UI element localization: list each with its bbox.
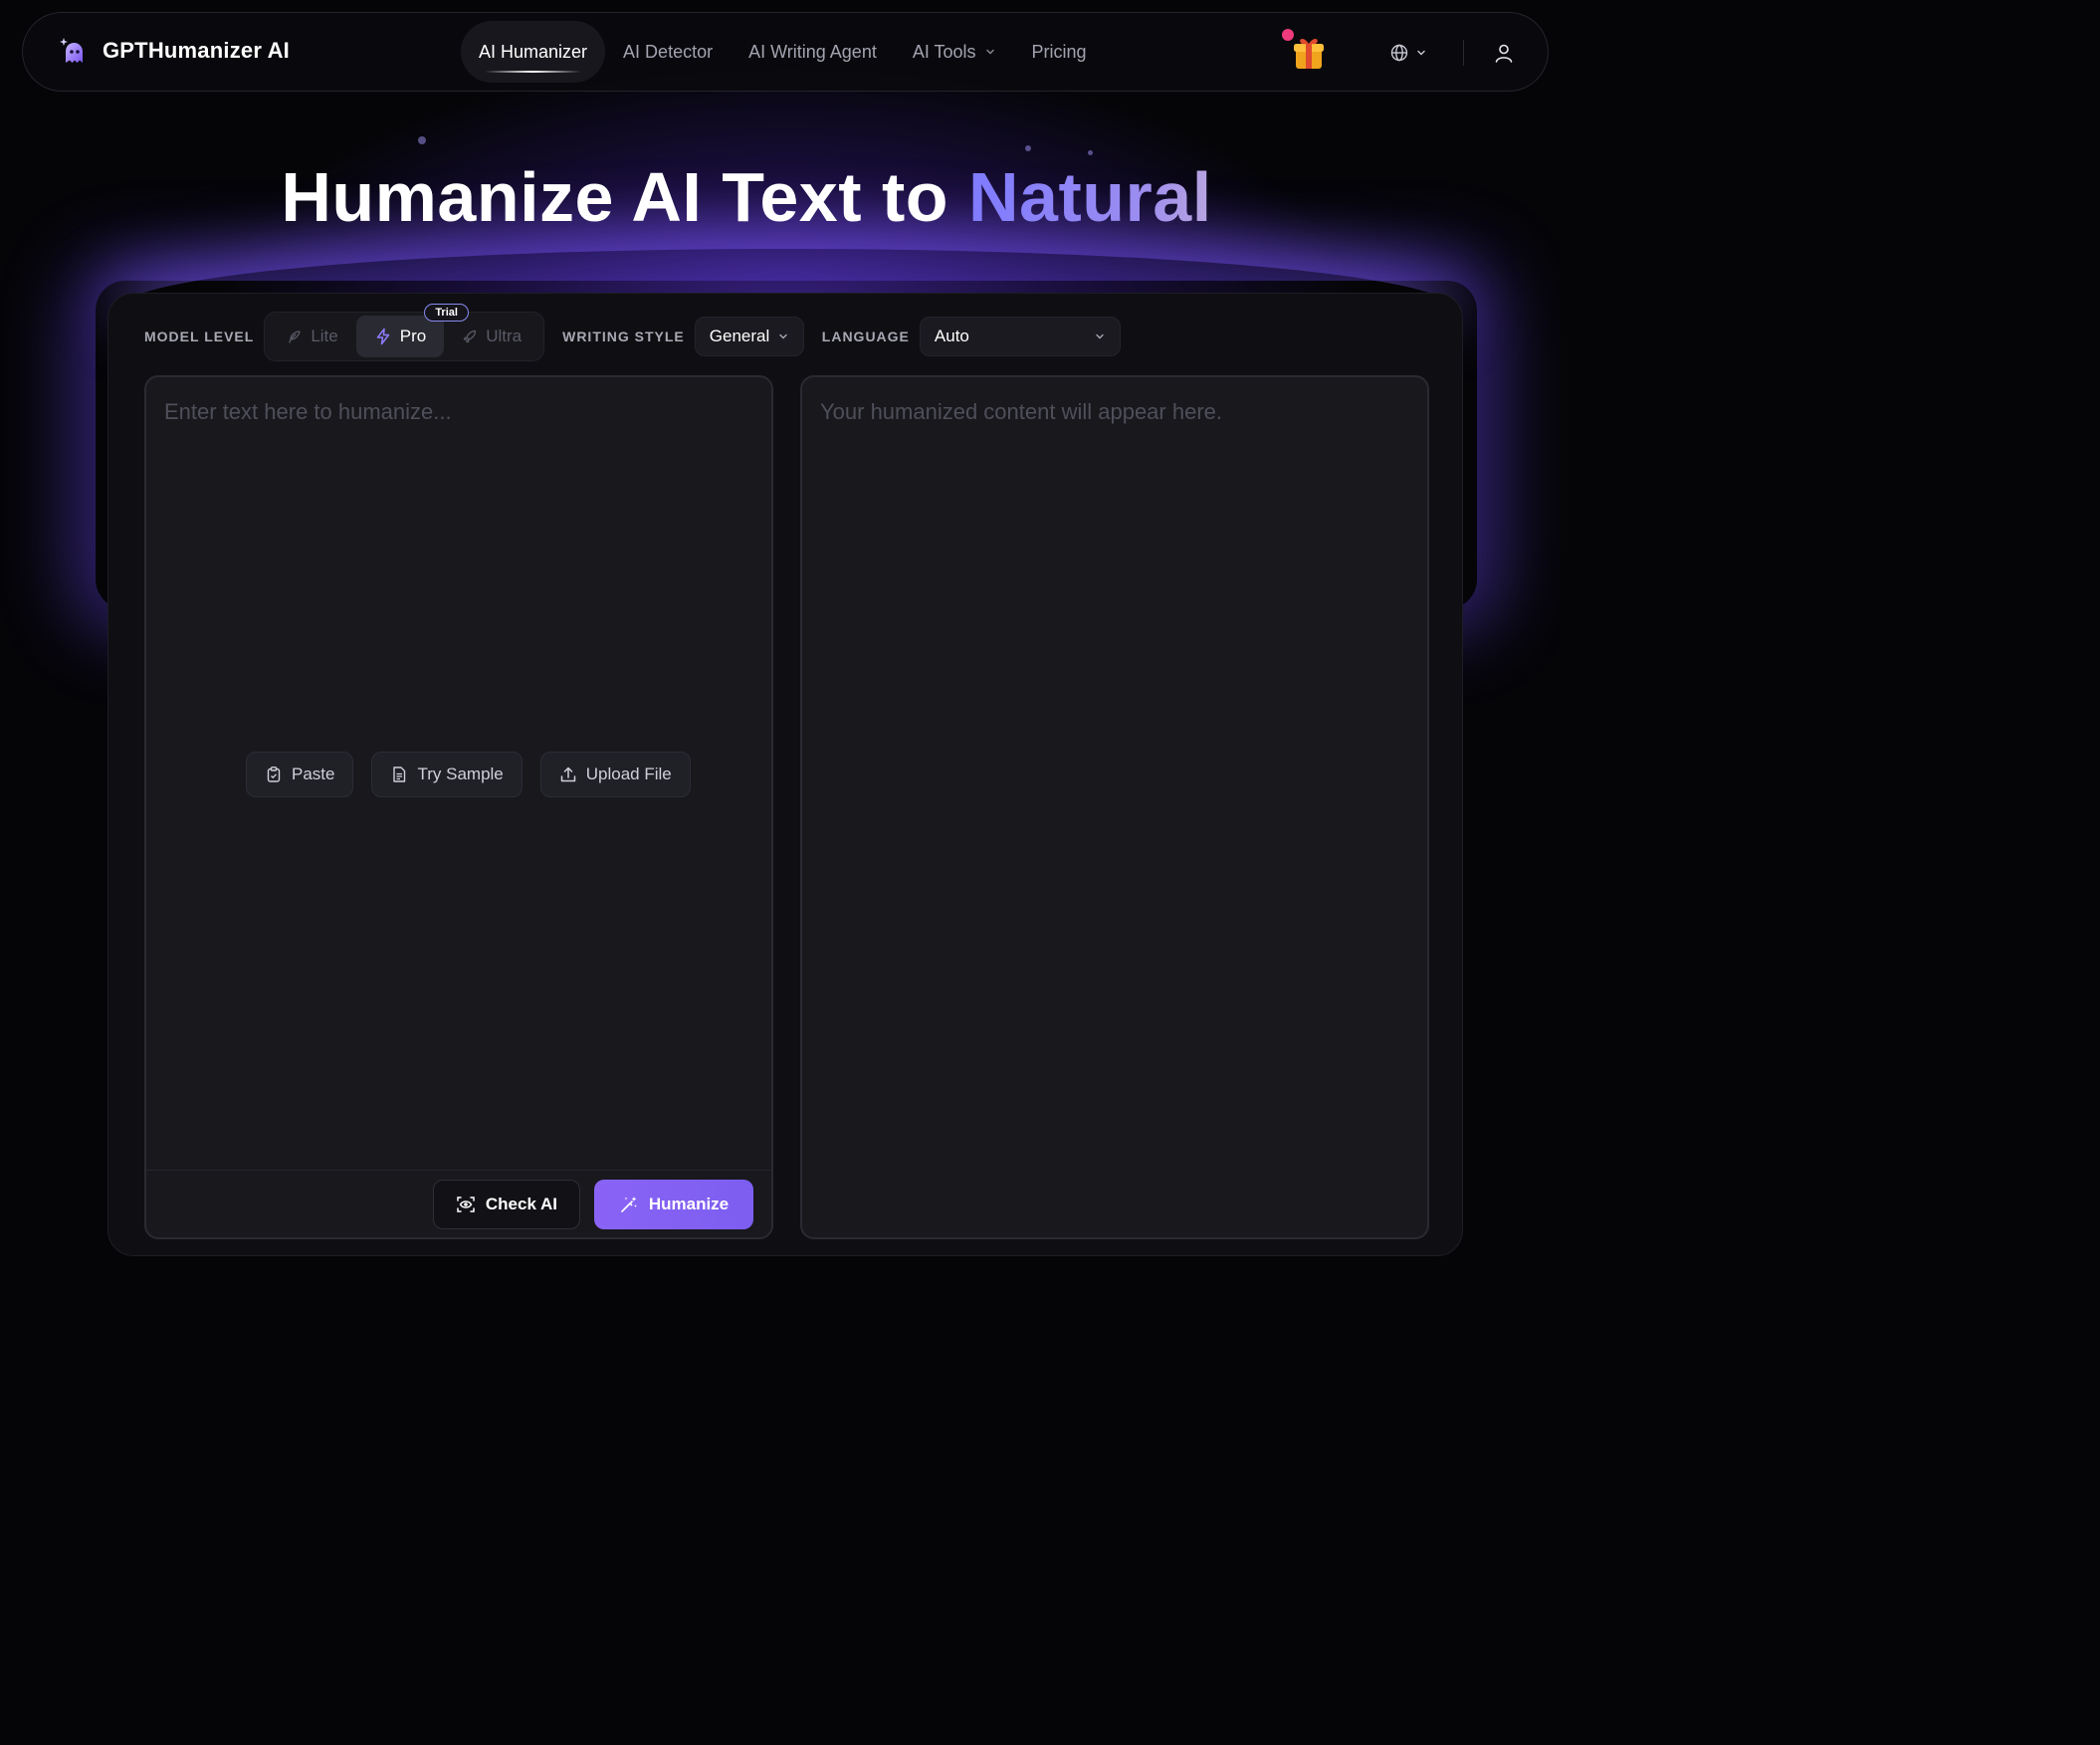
try-sample-button[interactable]: Try Sample — [371, 752, 523, 797]
writing-style-value: General — [709, 327, 770, 345]
model-option-ultra[interactable]: Ultra — [444, 316, 539, 357]
chevron-down-icon — [984, 46, 996, 58]
nav-link-label: AI Tools — [912, 41, 976, 62]
clipboard-icon — [265, 765, 283, 783]
editor-footer: Check AI Humanize — [146, 1170, 771, 1237]
paste-button[interactable]: Paste — [246, 752, 354, 797]
ghost-logo-icon — [57, 35, 89, 67]
check-ai-button[interactable]: Check AI — [432, 1179, 580, 1229]
language-value: Auto — [934, 327, 969, 345]
top-navbar: GPTHumanizer AI AI Humanizer AI Detector… — [22, 12, 1549, 92]
model-level-selector: Lite Pro Ultra Trial — [264, 304, 545, 361]
user-account-button[interactable] — [1490, 39, 1518, 67]
page-title-main: Humanize AI Text to — [281, 158, 968, 236]
nav-ai-writing-agent[interactable]: AI Writing Agent — [731, 21, 895, 83]
paste-label: Paste — [292, 764, 335, 783]
nav-link-label: AI Writing Agent — [748, 41, 877, 62]
nav-ai-tools[interactable]: AI Tools — [895, 21, 1014, 83]
nav-links: AI Humanizer AI Detector AI Writing Agen… — [461, 21, 1105, 83]
output-area[interactable]: Your humanized content will appear here. — [800, 375, 1429, 1239]
page: GPTHumanizer AI AI Humanizer AI Detector… — [0, 0, 1561, 1297]
decor-dot — [1025, 145, 1031, 151]
page-title: Humanize AI Text to Natural — [0, 157, 1493, 237]
trial-badge: Trial — [424, 304, 469, 322]
nav-link-label: Pricing — [1031, 41, 1087, 62]
divider — [1463, 40, 1464, 66]
chevron-down-icon — [1094, 330, 1106, 342]
gift-button[interactable] — [1282, 29, 1328, 73]
model-option-label: Pro — [399, 327, 427, 345]
quick-actions: Paste Try Sample Upload File — [246, 752, 691, 797]
nav-ai-humanizer[interactable]: AI Humanizer — [461, 21, 606, 83]
chevron-down-icon — [777, 330, 789, 342]
writing-style-select[interactable]: General — [694, 317, 804, 356]
nav-pricing[interactable]: Pricing — [1014, 21, 1105, 83]
brand[interactable]: GPTHumanizer AI — [57, 35, 290, 67]
model-level-label: MODEL LEVEL — [144, 328, 255, 344]
globe-icon — [1389, 43, 1409, 63]
gift-icon — [1288, 33, 1328, 73]
upload-file-button[interactable]: Upload File — [539, 752, 691, 797]
language-label: LANGUAGE — [821, 328, 910, 344]
writing-style-label: WRITING STYLE — [562, 328, 685, 344]
humanize-label: Humanize — [648, 1194, 730, 1213]
decor-dot — [1088, 150, 1093, 155]
humanizer-panel: MODEL LEVEL Lite Pro Ultra Trial WRITING… — [107, 293, 1463, 1256]
input-editor: Paste Try Sample — [144, 375, 773, 1239]
user-icon — [1493, 42, 1515, 64]
model-option-label: Ultra — [486, 327, 523, 345]
output-placeholder: Your humanized content will appear here. — [820, 399, 1223, 424]
notification-dot — [1282, 29, 1294, 41]
humanize-button[interactable]: Humanize — [594, 1179, 753, 1229]
nav-link-label: AI Detector — [623, 41, 714, 62]
lightning-icon — [374, 327, 392, 345]
check-ai-label: Check AI — [485, 1194, 557, 1213]
feather-icon — [287, 328, 303, 344]
scan-eye-icon — [456, 1195, 476, 1214]
nav-actions — [1282, 29, 1518, 75]
upload-icon — [559, 765, 577, 783]
nav-ai-detector[interactable]: AI Detector — [605, 21, 731, 83]
chevron-down-icon — [1415, 47, 1427, 59]
decor-dot — [418, 136, 426, 144]
brand-name: GPTHumanizer AI — [103, 38, 290, 63]
language-select[interactable]: Auto — [919, 317, 1121, 356]
try-sample-label: Try Sample — [417, 764, 504, 783]
model-option-pro[interactable]: Pro — [355, 316, 445, 357]
page-title-accent: Natural — [967, 158, 1212, 236]
model-option-lite[interactable]: Lite — [269, 316, 355, 357]
language-switcher[interactable] — [1375, 33, 1441, 73]
nav-link-label: AI Humanizer — [479, 41, 588, 62]
model-option-label: Lite — [311, 327, 338, 345]
magic-wand-icon — [619, 1195, 639, 1214]
upload-file-label: Upload File — [585, 764, 672, 783]
controls-bar: MODEL LEVEL Lite Pro Ultra Trial WRITING… — [144, 304, 1121, 361]
rocket-icon — [462, 328, 478, 344]
document-icon — [390, 765, 408, 783]
